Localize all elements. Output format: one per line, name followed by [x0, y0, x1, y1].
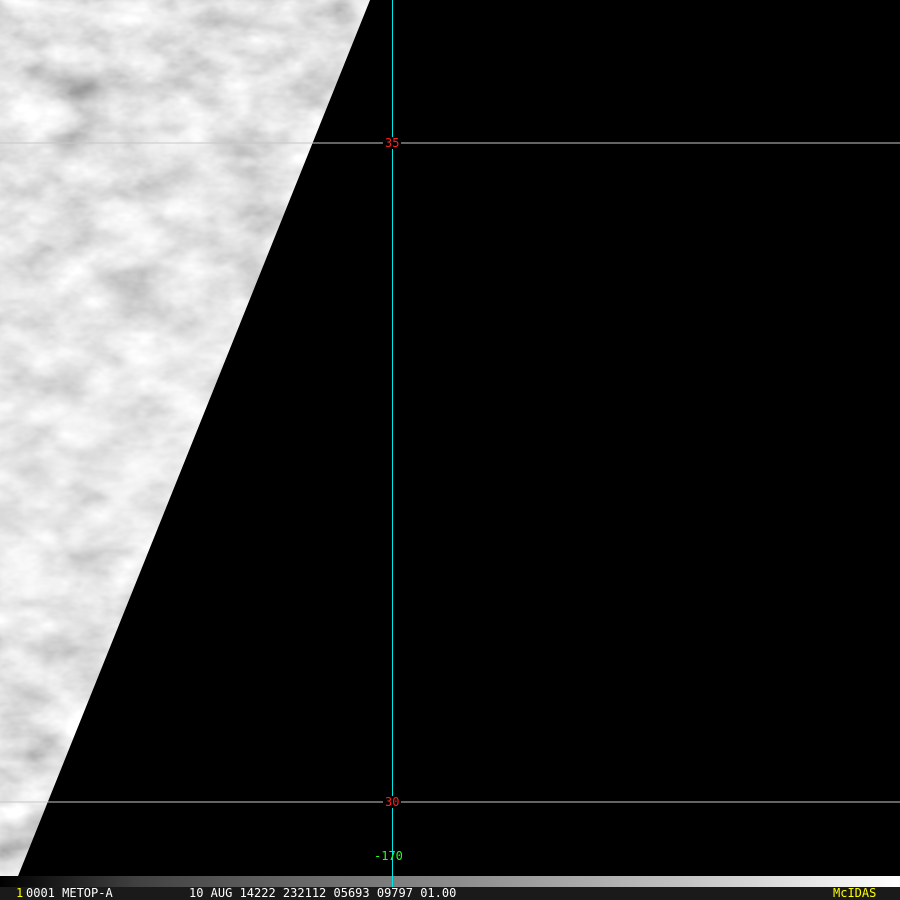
satellite-imagery — [0, 0, 900, 876]
image-info: 10 AUG 14222 232112 05693 09797 01.00 — [189, 886, 457, 900]
latitude-label-30: 30 — [383, 795, 402, 809]
mcidas-brand: McIDAS — [833, 886, 877, 900]
status-bar: 1 0001 METOP-A 10 AUG 14222 232112 05693… — [0, 887, 900, 900]
cloud-swath — [0, 0, 370, 876]
satellite-image-display: 35 30 -170 1 0001 METOP-A 10 AUG 14222 2… — [0, 0, 900, 900]
latitude-label-35: 35 — [383, 136, 402, 150]
longitude-label: -170 — [374, 849, 403, 863]
satellite-name: 0001 METOP-A — [26, 886, 113, 900]
frame-number: 1 — [16, 886, 24, 900]
